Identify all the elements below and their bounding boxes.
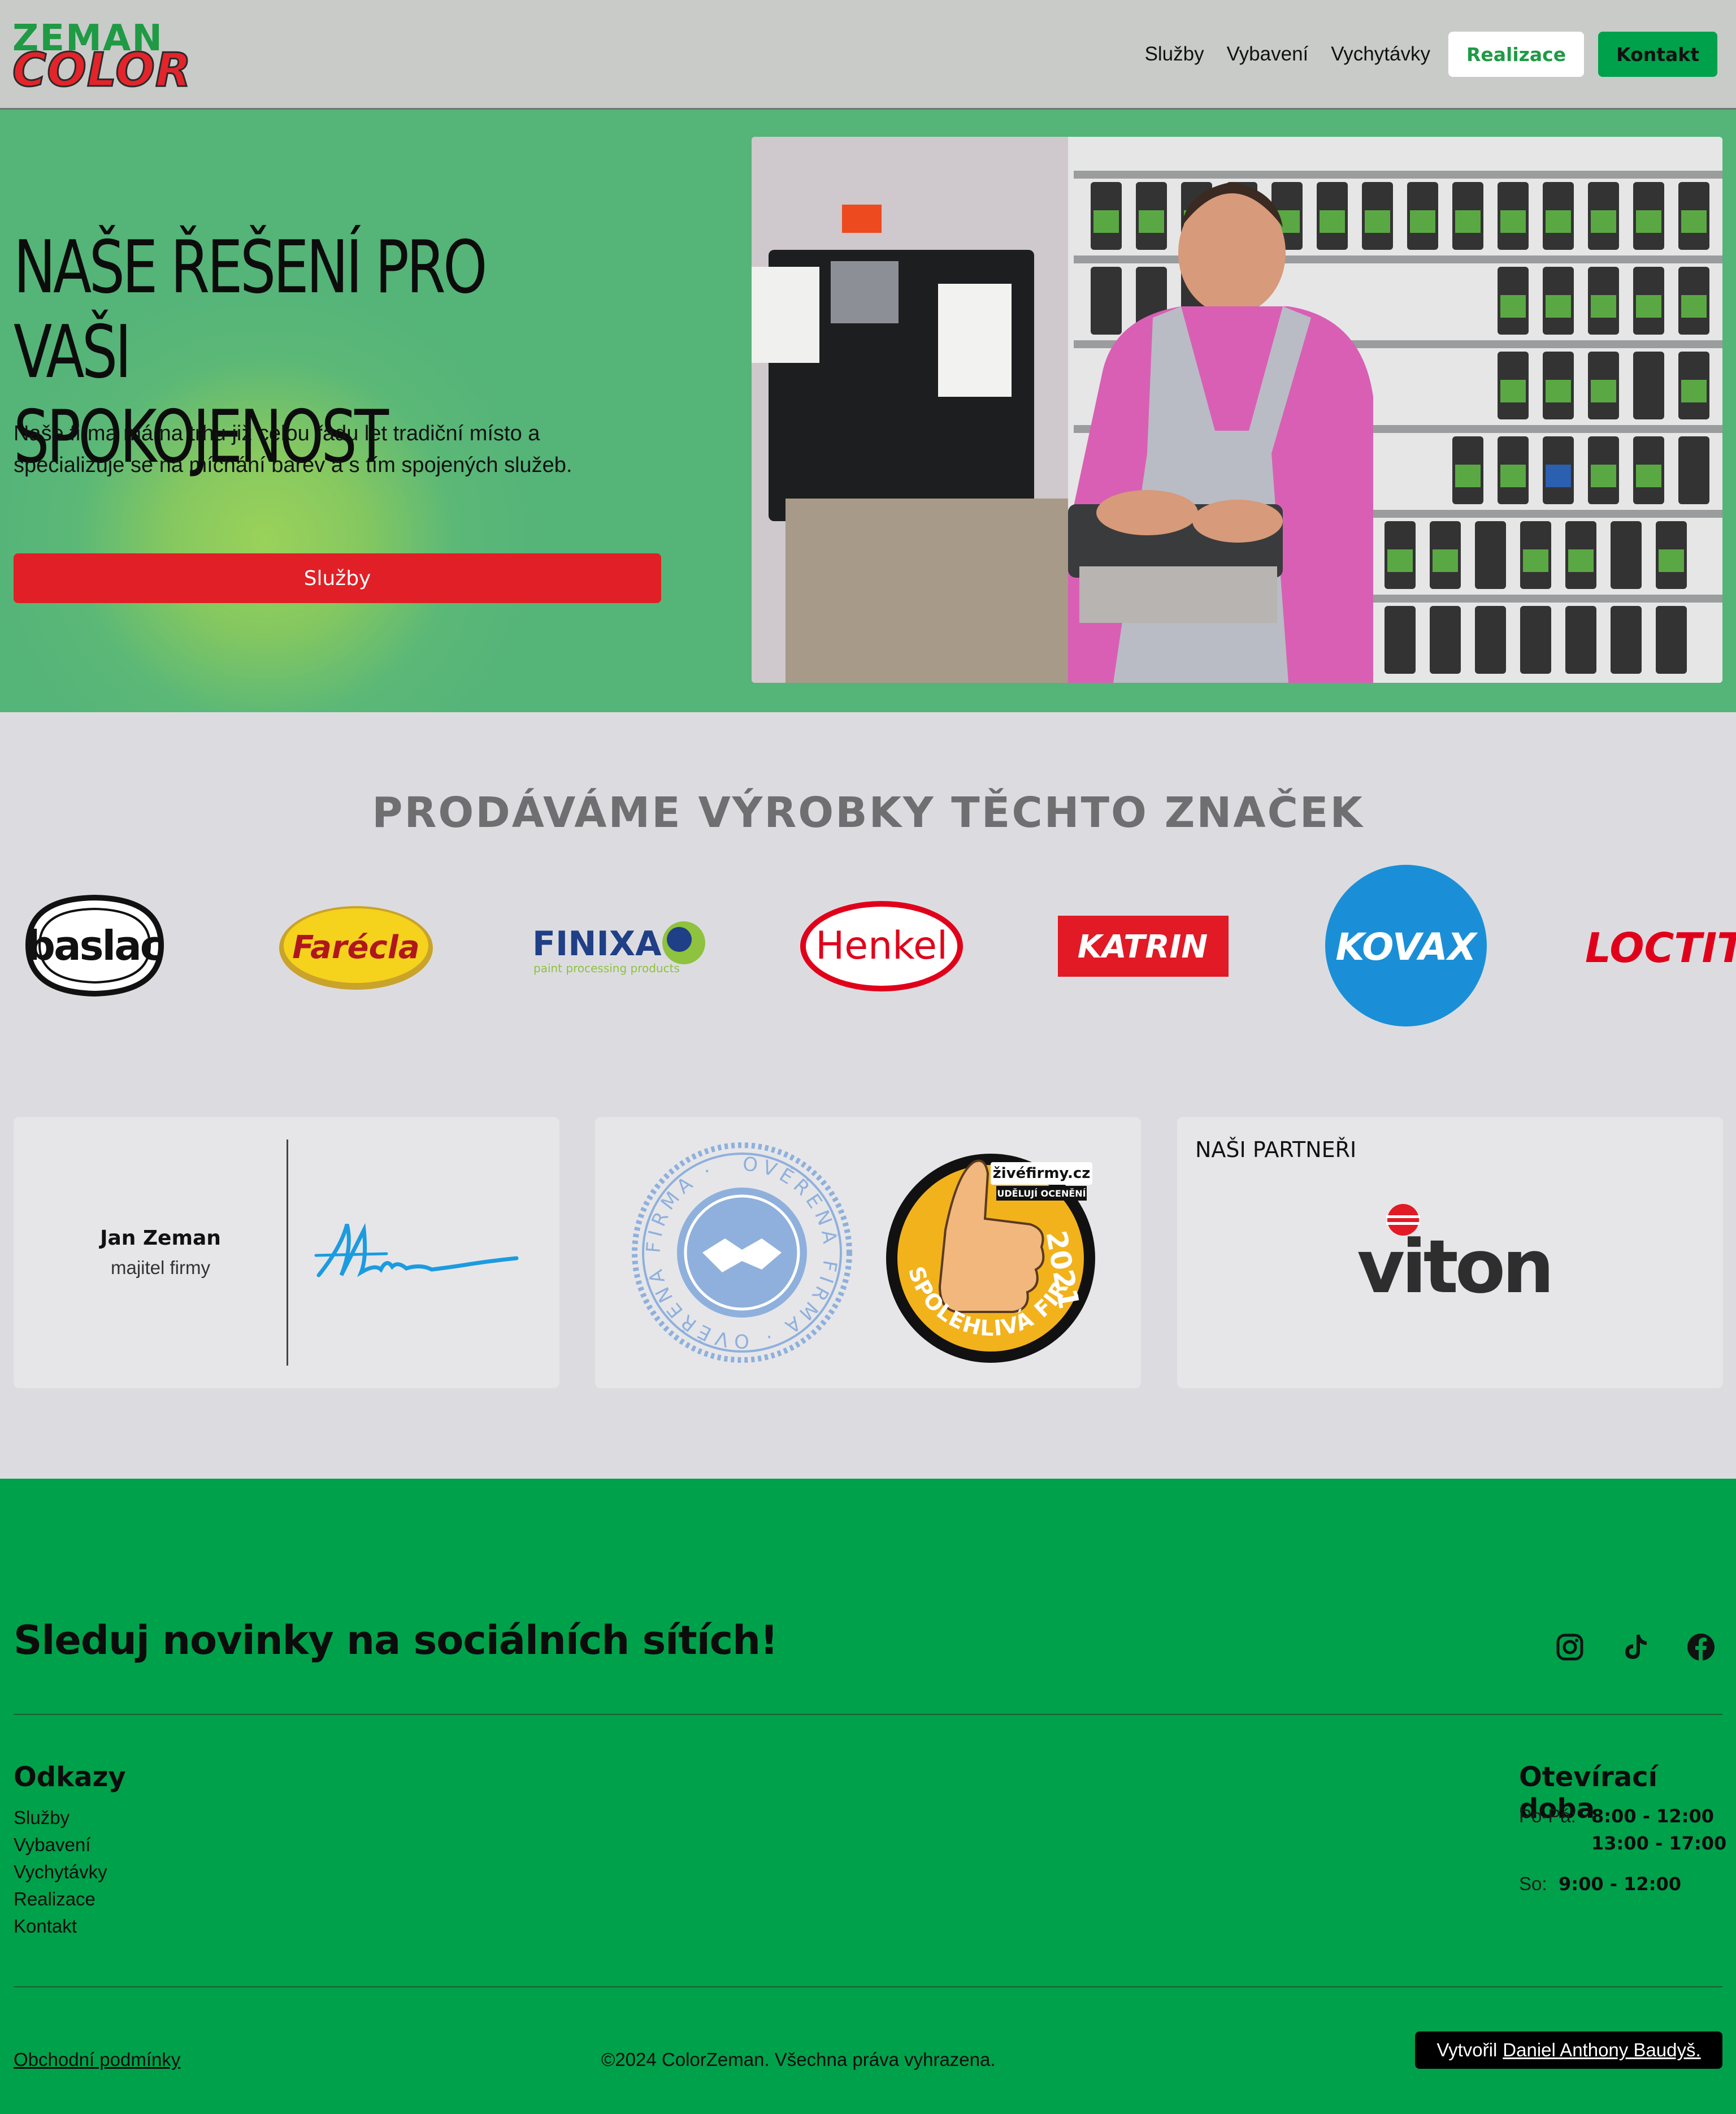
farecla-wordmark: Farécla bbox=[292, 929, 419, 966]
finixa-wordmark: FINIXA bbox=[532, 924, 662, 964]
viton-wordmark: viton bbox=[1357, 1224, 1551, 1303]
footer-link-kontakt[interactable]: Kontakt bbox=[14, 1913, 107, 1940]
kovax-wordmark: KOVAX bbox=[1335, 925, 1478, 969]
realizace-button[interactable]: Realizace bbox=[1448, 32, 1585, 77]
hero-subtitle-line2: specializuje se na míchání barev a s tím… bbox=[14, 453, 572, 477]
credit-author-link[interactable]: Daniel Anthony Baudyš. bbox=[1503, 2039, 1700, 2061]
site-header: ZEMAN COLOR Služby Vybavení Vychytávky R… bbox=[0, 0, 1736, 110]
weekdays-label: Po-Pá: bbox=[1519, 1805, 1576, 1826]
brand-logo-baslac: baslac bbox=[17, 893, 172, 998]
brand-logo-katrin: KATRIN bbox=[1058, 916, 1229, 977]
links-title: Odkazy bbox=[14, 1761, 126, 1793]
footer-links: Služby Vybavení Vychytávky Realizace Kon… bbox=[14, 1804, 107, 1940]
hero-subtitle-line1: Naše firma má na trhu již celou řadu let… bbox=[14, 422, 540, 445]
brand-logo-farecla: Farécla bbox=[277, 902, 435, 992]
hero-section: NAŠE ŘEŠENÍ PRO VAŠI SPOKOJENOST Naše fi… bbox=[0, 110, 1736, 712]
owner-name: Jan Zeman bbox=[100, 1227, 221, 1250]
kontakt-button[interactable]: Kontakt bbox=[1598, 32, 1717, 77]
nav-link-sluzby[interactable]: Služby bbox=[1145, 43, 1204, 66]
owner-divider bbox=[287, 1140, 288, 1366]
footer-divider-top bbox=[14, 1714, 1722, 1715]
saturday-hours: 9:00 - 12:00 bbox=[1559, 1873, 1682, 1895]
zivefirmy-label: živéfirmy.cz bbox=[993, 1165, 1091, 1182]
zeman-color-logo[interactable]: ZEMAN COLOR bbox=[11, 20, 192, 94]
facebook-icon[interactable] bbox=[1686, 1632, 1716, 1662]
hero-subtitle: Naše firma má na trhu již celou řadu let… bbox=[14, 418, 658, 481]
footer-link-vybaveni[interactable]: Vybavení bbox=[14, 1831, 107, 1859]
partners-title: NAŠI PARTNEŘI bbox=[1195, 1137, 1357, 1162]
brand-logo-loctite: LOCTITE bbox=[1585, 921, 1736, 972]
brand-logo-kovax: KOVAX bbox=[1324, 864, 1488, 1028]
brand-logo-henkel: Henkel bbox=[797, 898, 966, 995]
nav-link-vybaveni[interactable]: Vybavení bbox=[1227, 43, 1309, 66]
katrin-wordmark: KATRIN bbox=[1078, 929, 1208, 965]
spolehliva-firma-badge: živéfirmy.cz UDĚLUJÍ OCENĚNÍ 2021 SPOLEH… bbox=[883, 1140, 1095, 1363]
weekdays-hours-morning: 8:00 - 12:00 bbox=[1591, 1805, 1715, 1827]
brand-logo-finixa: FINIXA paint processing products bbox=[531, 910, 706, 981]
footer-link-vychytavky[interactable]: Vychytávky bbox=[14, 1859, 107, 1886]
owner-card: Jan Zeman majitel firmy bbox=[14, 1117, 559, 1388]
baslac-wordmark: baslac bbox=[27, 922, 163, 969]
logo-line2: COLOR bbox=[11, 44, 192, 97]
terms-link[interactable]: Obchodní podmínky bbox=[14, 2049, 180, 2070]
copyright: ©2024 ColorZeman. Všechna práva vyhrazen… bbox=[601, 2049, 996, 2070]
footer-divider-bottom bbox=[14, 1986, 1722, 1987]
social-title: Sleduj novinky na sociálních sítích! bbox=[14, 1617, 778, 1664]
owner-role: majitel firmy bbox=[110, 1257, 210, 1278]
saturday-label: So: bbox=[1519, 1873, 1547, 1894]
finixa-tagline: paint processing products bbox=[533, 961, 680, 975]
footer-link-realizace[interactable]: Realizace bbox=[14, 1886, 107, 1913]
loctite-wordmark: LOCTITE bbox=[1585, 924, 1736, 972]
udeluji-oceneni-label: UDĚLUJÍ OCENĚNÍ bbox=[997, 1188, 1086, 1199]
nav-link-vychytavky[interactable]: Vychytávky bbox=[1331, 43, 1430, 66]
partner-logo-viton[interactable]: viton bbox=[1347, 1202, 1561, 1303]
tiktok-icon[interactable] bbox=[1621, 1632, 1650, 1662]
partners-card: NAŠI PARTNEŘI viton bbox=[1177, 1117, 1723, 1388]
site-footer: Sleduj novinky na sociálních sítích! Odk… bbox=[0, 1479, 1736, 2114]
credit-prefix: Vytvořil bbox=[1436, 2039, 1498, 2060]
hero-title-line1: NAŠE ŘEŠENÍ PRO VAŠI bbox=[14, 226, 488, 395]
paint-mixing-illustration bbox=[752, 137, 1722, 683]
credit-badge: Vytvořil Daniel Anthony Baudyš. bbox=[1415, 2031, 1722, 2069]
owner-signature bbox=[314, 1223, 519, 1277]
hero-photo-paint-mixing bbox=[752, 137, 1722, 683]
hero-sluzby-button[interactable]: Služby bbox=[14, 553, 661, 603]
weekdays-hours-afternoon: 13:00 - 17:00 bbox=[1591, 1833, 1727, 1854]
main-nav: Služby Vybavení Vychytávky Realizace Kon… bbox=[1145, 32, 1717, 77]
henkel-wordmark: Henkel bbox=[815, 924, 948, 968]
awards-card: OVĚŘENÁ FIRMA · OVĚŘENÁ FIRMA · živéfirm… bbox=[595, 1117, 1141, 1388]
footer-link-sluzby[interactable]: Služby bbox=[14, 1804, 107, 1831]
instagram-icon[interactable] bbox=[1555, 1632, 1585, 1662]
brands-title: PRODÁVÁME VÝROBKY TĚCHTO ZNAČEK bbox=[372, 789, 1364, 837]
overena-firma-badge: OVĚŘENÁ FIRMA · OVĚŘENÁ FIRMA · bbox=[632, 1142, 852, 1363]
